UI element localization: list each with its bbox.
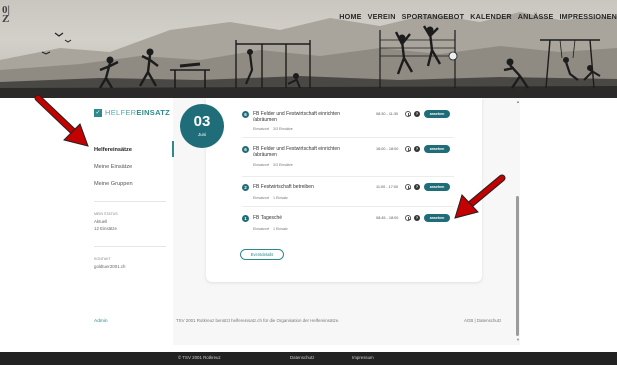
scrollbar-thumb[interactable] [516, 196, 519, 336]
sidebar-item-meine-einsaetze[interactable]: Meine Einsätze [94, 164, 132, 170]
nav-anlaesse[interactable]: ANLÄSSE [518, 12, 554, 21]
clock-icon [405, 111, 411, 117]
active-indicator [172, 141, 174, 157]
ansehen-button[interactable]: ansehen [424, 183, 450, 191]
ansehen-button[interactable]: ansehen [424, 110, 450, 118]
nav-impressionen[interactable]: IMPRESSIONEN [559, 12, 617, 21]
task-count-badge: 1 [242, 215, 249, 222]
site-logo-fragment[interactable]: 0| Z [2, 5, 10, 25]
task-count-badge: 6 [242, 111, 249, 118]
task-title[interactable]: FB Tagesché [253, 215, 365, 221]
checkmark-icon: ✓ [94, 108, 102, 117]
help-icon[interactable]: ? [414, 146, 420, 152]
nav-sportangebot[interactable]: SPORTANGEBOT [402, 12, 465, 21]
scroll-up-arrow-icon[interactable]: ▲ [516, 99, 520, 104]
contact-email-link[interactable]: goldtuer2001.ch [94, 264, 126, 269]
event-date-badge: 03 Juni [180, 104, 224, 148]
sidebar-divider [94, 201, 166, 202]
task-count-badge: 2 [242, 184, 249, 191]
copyright-text: © TSV 2001 Rotkreuz [178, 355, 221, 360]
sidebar-item-helfereinsaetze[interactable]: Helfereinsätze [94, 147, 132, 153]
task-time: 08:30 - 11:30 [376, 112, 399, 116]
footer-link-datenschutz[interactable]: Datenschutz [290, 355, 314, 360]
task-meta: Einsatzort 3/3 Einsätze [253, 163, 293, 167]
task-meta: Einsatzort 1 Einsatz [253, 227, 288, 231]
nav-verein[interactable]: VEREIN [368, 12, 396, 21]
scroll-down-arrow-icon[interactable]: ▼ [516, 337, 520, 342]
task-title[interactable]: FB Felder und Festwirtschaft einrichten … [253, 111, 365, 123]
top-navigation: HOME VEREIN SPORTANGEBOT KALENDER ANLÄSS… [339, 12, 617, 21]
sidebar-item-meine-gruppen[interactable]: Meine Gruppen [94, 181, 133, 187]
event-day: 03 [193, 113, 211, 130]
task-divider [242, 137, 454, 138]
site-header: 0| Z HOME VEREIN SPORTANGEBOT KALENDER A… [0, 0, 617, 98]
clock-icon [405, 184, 411, 190]
task-divider [242, 176, 454, 177]
stats-sub: Aktuell [94, 219, 108, 224]
brand-name: HELFEREINSATZ [105, 108, 171, 117]
task-meta: Einsatzort 1 Einsatz [253, 196, 288, 200]
task-title[interactable]: FB Felder und Festwirtschaft einrichten … [253, 146, 365, 158]
task-meta: Einsatzort 3/3 Einsätze [253, 127, 293, 131]
help-icon[interactable]: ? [414, 111, 420, 117]
site-footer-bar: © TSV 2001 Rotkreuz Datenschutz Impressu… [0, 352, 617, 365]
nav-home[interactable]: HOME [339, 12, 361, 21]
stats-label: MEIN STATUS [94, 212, 118, 216]
task-time: 08:45 - 18:00 [376, 216, 399, 220]
task-count-badge: 6 [242, 146, 249, 153]
help-icon[interactable]: ? [414, 215, 420, 221]
task-time: 11:00 - 17:00 [376, 185, 399, 189]
task-divider [242, 206, 454, 207]
event-month: Juni [197, 132, 207, 137]
task-time: 16:00 - 18:00 [376, 147, 399, 151]
nav-kalender[interactable]: KALENDER [470, 12, 512, 21]
help-icon[interactable]: ? [414, 184, 420, 190]
task-title[interactable]: FB Festwirtschaft betreiben [253, 184, 365, 190]
app-footer-links[interactable]: AGB | Datenschutz [464, 318, 501, 323]
stats-value: 12 Einsätze [94, 226, 117, 231]
sidebar: ✓ HELFEREINSATZ Helfereinsätze Meine Ein… [80, 98, 173, 345]
clock-icon [405, 146, 411, 152]
ansehen-button[interactable]: ansehen [424, 145, 450, 153]
helfereinsatz-logo[interactable]: ✓ HELFEREINSATZ [94, 108, 170, 117]
admin-link[interactable]: Admin [94, 319, 108, 324]
app-footer-text: TSV 2001 Rotkreuz benützt helfereinsatz.… [176, 318, 340, 323]
contact-label: KONTAKT [94, 257, 111, 261]
footer-link-impressum[interactable]: Impressum [352, 355, 374, 360]
clock-icon [405, 215, 411, 221]
sidebar-divider [94, 246, 166, 247]
eventdetails-button[interactable]: Eventdetails [240, 249, 284, 260]
ansehen-button[interactable]: ansehen [424, 214, 450, 222]
